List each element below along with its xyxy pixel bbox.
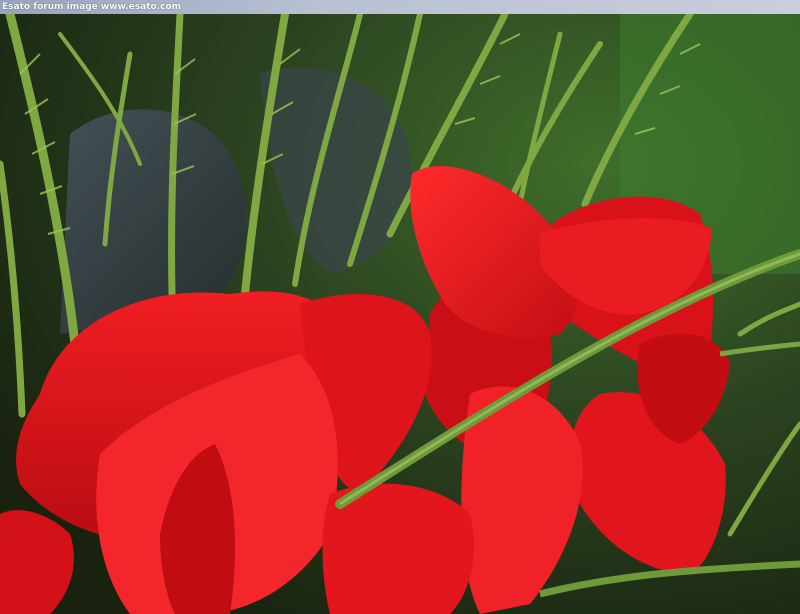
image-frame: Esato forum image www.esato.com: [0, 0, 800, 614]
watermark-caption: Esato forum image www.esato.com: [2, 2, 181, 12]
watermark-bar: Esato forum image www.esato.com: [0, 0, 800, 14]
poppy-photo: [0, 14, 800, 614]
